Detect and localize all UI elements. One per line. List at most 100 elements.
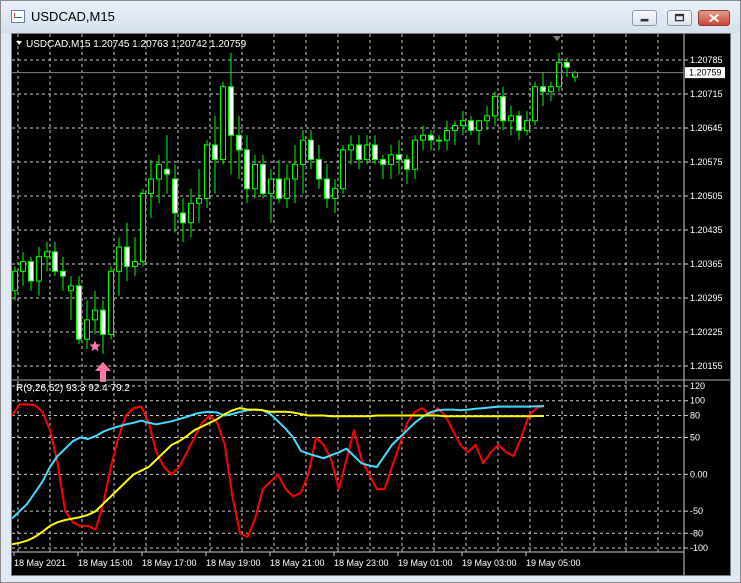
- price-axis: 1.20785 1.20715 1.20645 1.20575 1.20505 1.204…: [684, 55, 723, 371]
- candle-body: [564, 61, 570, 68]
- title-bar[interactable]: USDCAD,M15: [1, 1, 740, 33]
- candle-body: [228, 86, 234, 136]
- candle-body: [244, 149, 250, 190]
- candle-bear: [404, 154, 410, 184]
- chart-canvas[interactable]: USDCAD,M15 1.20745 1.20763 1.20742 1.207…: [12, 34, 730, 575]
- candle-bear: [180, 198, 186, 243]
- candle-bull: [20, 251, 26, 286]
- candle-body: [444, 129, 450, 141]
- candle-bull: [132, 237, 138, 277]
- candle-body: [188, 202, 194, 224]
- price-tick-label: 1.20225: [690, 327, 723, 337]
- candle-bull: [140, 188, 146, 267]
- candle-bull: [116, 237, 122, 296]
- candle-body: [100, 309, 106, 335]
- time-tick-label: 19 May 01:00: [398, 558, 453, 568]
- candle-bull: [340, 145, 346, 194]
- candle-bull: [92, 290, 98, 335]
- candle-body: [436, 139, 442, 142]
- time-axis: 18 May 2021 18 May 15:00 18 May 17:00 18 Ma…: [13, 552, 581, 568]
- indicator-tick-label: 100: [690, 396, 705, 406]
- candle-bear: [236, 115, 242, 179]
- candles: [12, 52, 578, 354]
- candle-bull: [44, 242, 50, 272]
- candle-body: [340, 149, 346, 190]
- candle-bull: [436, 135, 442, 150]
- candle-body: [204, 144, 210, 199]
- candle-body: [380, 159, 386, 165]
- candle-bull: [492, 91, 498, 126]
- indicator-tick-label: -80: [690, 528, 703, 538]
- candle-body: [396, 154, 402, 161]
- restore-button[interactable]: [667, 10, 692, 26]
- time-tick-label: 18 May 2021: [14, 558, 66, 568]
- candle-body: [540, 86, 546, 93]
- collapse-icon[interactable]: [16, 41, 22, 45]
- time-tick-label: 18 May 21:00: [270, 558, 325, 568]
- candle-body: [148, 178, 154, 195]
- candle-body: [388, 154, 394, 165]
- candle-body: [556, 61, 562, 88]
- close-icon: [709, 13, 719, 23]
- candle-body: [20, 261, 26, 272]
- chart-window: USDCAD,M15 USDCAD,M15 1.20745 1.20763 1.…: [0, 0, 741, 583]
- candle-bear: [164, 135, 170, 194]
- time-tick-label: 18 May 17:00: [142, 558, 197, 568]
- candle-bear: [540, 72, 546, 107]
- price-tick-label: 1.20645: [690, 123, 723, 133]
- candle-bull: [412, 135, 418, 179]
- candle-body: [508, 115, 514, 122]
- indicator-tick-label: 50: [690, 433, 700, 443]
- candle-bear: [100, 300, 106, 354]
- candle-body: [492, 95, 498, 117]
- candle-bear: [380, 154, 386, 179]
- candle-bear: [28, 256, 34, 291]
- candle-body: [236, 134, 242, 151]
- candle-body: [180, 212, 186, 224]
- candle-body: [524, 120, 530, 131]
- candle-bear: [228, 52, 234, 175]
- candle-body: [92, 309, 98, 321]
- candle-bull: [388, 145, 394, 179]
- candle-body: [44, 251, 50, 258]
- candle-body: [36, 256, 42, 282]
- candle-bull: [204, 140, 210, 209]
- candle-bear: [124, 222, 130, 281]
- candle-body: [140, 193, 146, 263]
- candle-bear: [500, 86, 506, 131]
- candle-bull: [84, 300, 90, 349]
- candle-bear: [52, 242, 58, 277]
- candle-bull: [220, 81, 226, 165]
- candle-body: [300, 139, 306, 165]
- indicator-tick-label: 120: [690, 381, 705, 391]
- candle-body: [476, 120, 482, 131]
- candle-body: [252, 163, 258, 190]
- indicator-grid: [12, 381, 684, 552]
- candle-body: [260, 163, 266, 195]
- candle-bull: [444, 120, 450, 150]
- candle-body: [268, 178, 274, 195]
- candle-bear: [276, 159, 282, 204]
- candle-bull: [508, 106, 514, 136]
- candle-bull: [252, 154, 258, 199]
- price-tick-label: 1.20505: [690, 191, 723, 201]
- candle-bear: [428, 130, 434, 150]
- window-title: USDCAD,M15: [31, 9, 115, 24]
- candle-body: [308, 139, 314, 161]
- candle-bear: [356, 135, 362, 170]
- minimize-button[interactable]: [632, 10, 657, 26]
- indicator-tick-label: 0.00: [690, 469, 708, 479]
- candle-body: [516, 115, 522, 131]
- candle-body: [420, 134, 426, 141]
- chart-window-icon: [11, 10, 25, 23]
- current-price-label: 1.20759: [689, 68, 722, 78]
- chart-area[interactable]: USDCAD,M15 1.20745 1.20763 1.20742 1.207…: [11, 33, 731, 576]
- chart-shift-marker[interactable]: [553, 36, 561, 41]
- indicator-tick-label: 80: [690, 410, 700, 420]
- price-tick-label: 1.20295: [690, 293, 723, 303]
- candle-bull: [460, 111, 466, 136]
- candle-bear: [244, 135, 250, 204]
- indicator-tick-label: -50: [690, 506, 703, 516]
- close-button[interactable]: [698, 10, 730, 26]
- candle-body: [76, 285, 82, 340]
